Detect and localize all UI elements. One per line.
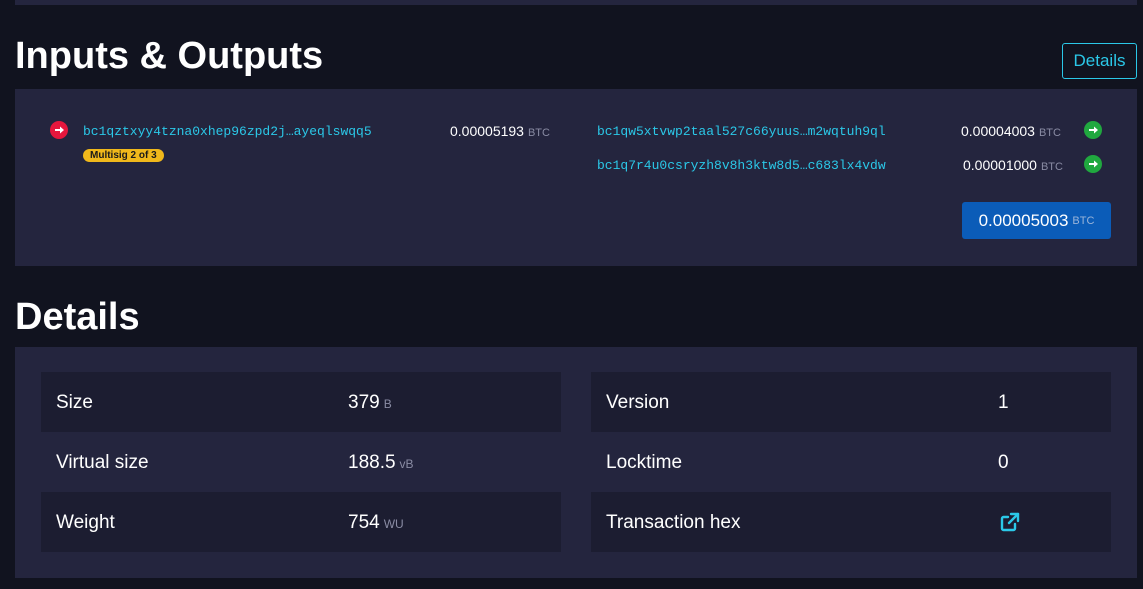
multisig-badge: Multisig 2 of 3 <box>83 149 164 162</box>
size-label: Size <box>56 392 93 413</box>
virtual-size-label: Virtual size <box>56 452 149 473</box>
details-title: Details <box>15 296 140 338</box>
transaction-hex-label: Transaction hex <box>606 512 741 533</box>
weight-value: 754 WU <box>348 512 404 534</box>
output-arrow-icon[interactable] <box>1084 121 1102 139</box>
output-amount-unit: BTC <box>1038 127 1061 139</box>
output-amount-unit: BTC <box>1040 161 1063 173</box>
input-amount: 0.00005193 BTC <box>450 123 550 139</box>
output-amount: 0.00001000 BTC <box>963 157 1063 173</box>
size-number: 379 <box>348 392 380 413</box>
inputs-outputs-panel <box>15 89 1137 266</box>
external-link-icon[interactable] <box>1000 512 1020 537</box>
total-amount-unit: BTC <box>1072 214 1095 227</box>
total-amount-button[interactable]: 0.00005003 BTC <box>962 202 1111 239</box>
input-amount-value: 0.00005193 <box>450 123 524 139</box>
output-address-link[interactable]: bc1qw5xtvwp2taal527c66yuus…m2wqtuh9ql <box>597 124 886 139</box>
output-amount: 0.00004003 BTC <box>961 123 1061 139</box>
size-unit: B <box>383 397 392 411</box>
version-label: Version <box>606 392 670 413</box>
virtual-size-value: 188.5 vB <box>348 452 414 474</box>
virtual-size-number: 188.5 <box>348 452 396 473</box>
output-arrow-icon[interactable] <box>1084 155 1102 173</box>
locktime-label: Locktime <box>606 452 683 473</box>
virtual-size-unit: vB <box>399 457 414 471</box>
size-value: 379 B <box>348 392 392 414</box>
input-amount-unit: BTC <box>527 127 550 139</box>
details-button[interactable]: Details <box>1062 43 1137 79</box>
output-amount-value: 0.00004003 <box>961 123 1035 139</box>
weight-label: Weight <box>56 512 115 533</box>
detail-row-size <box>41 372 561 432</box>
output-address-link[interactable]: bc1q7r4u0csryzh8v8h3ktw8d5…c683lx4vdw <box>597 158 886 173</box>
weight-number: 754 <box>348 512 380 533</box>
output-amount-value: 0.00001000 <box>963 157 1037 173</box>
version-value: 1 <box>998 392 1009 413</box>
locktime-value: 0 <box>998 452 1009 473</box>
weight-unit: WU <box>383 517 404 531</box>
detail-row-weight <box>41 492 561 552</box>
top-panel-edge <box>15 0 1137 5</box>
input-address-link[interactable]: bc1qztxyy4tzna0xhep96zpd2j…ayeqlswqq5 <box>83 124 372 139</box>
inputs-outputs-title: Inputs & Outputs <box>15 35 324 77</box>
input-arrow-icon[interactable] <box>50 121 68 139</box>
total-amount-value: 0.00005003 <box>978 210 1069 230</box>
